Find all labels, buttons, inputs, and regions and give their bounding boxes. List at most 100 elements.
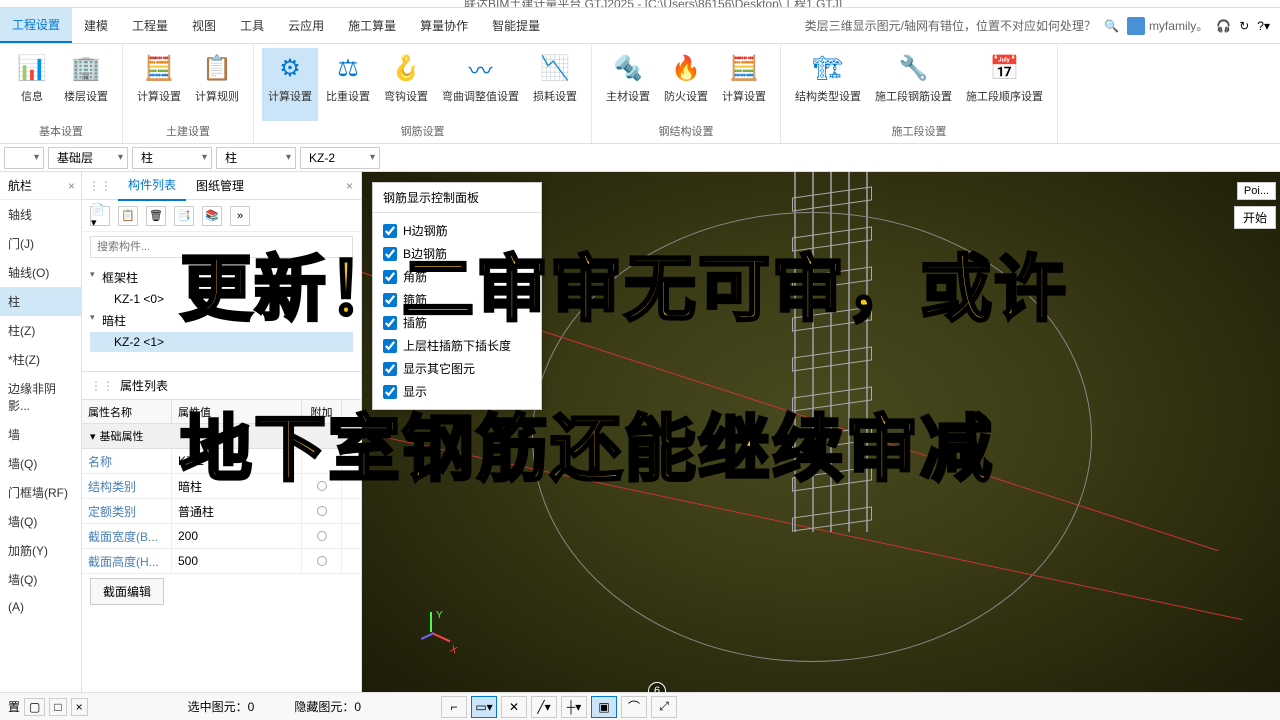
- component-toolbar: 📄▾ 📋 🗑 📑 📚 »: [82, 200, 361, 232]
- property-row[interactable]: 定额类别普通柱: [82, 499, 361, 524]
- nav-item[interactable]: 门框墙(RF): [0, 478, 81, 507]
- nav-item[interactable]: (A): [0, 594, 81, 620]
- property-row[interactable]: 截面宽度(B...200: [82, 524, 361, 549]
- overlay-caption-2: 地下室钢筋还能继续审减: [180, 390, 994, 495]
- section-edit-button[interactable]: 截面编辑: [90, 578, 164, 605]
- dropdown-bar: 基础层 柱 柱 KZ-2: [0, 144, 1280, 172]
- copy-icon[interactable]: 📋: [118, 206, 138, 226]
- new-icon[interactable]: 📄▾: [90, 206, 110, 226]
- ribbon-button[interactable]: ⚖比重设置: [320, 48, 376, 121]
- prop-value[interactable]: 普通柱: [172, 499, 302, 523]
- dropdown-component[interactable]: KZ-2: [300, 147, 380, 169]
- ribbon-button[interactable]: 🔥防火设置: [658, 48, 714, 121]
- dropdown-type[interactable]: 柱: [216, 147, 296, 169]
- nav-item[interactable]: 墙: [0, 420, 81, 449]
- menu-tools[interactable]: 工具: [228, 9, 276, 42]
- ribbon-button[interactable]: ⚙计算设置: [262, 48, 318, 121]
- checkbox[interactable]: [383, 339, 397, 353]
- menu-cloud[interactable]: 云应用: [276, 9, 336, 42]
- nav-item[interactable]: 轴线(O): [0, 258, 81, 287]
- more-icon[interactable]: »: [230, 206, 250, 226]
- ribbon-button[interactable]: 🔩主材设置: [600, 48, 656, 121]
- duplicate-icon[interactable]: 📑: [174, 206, 194, 226]
- ribbon-button[interactable]: 📉损耗设置: [527, 48, 583, 121]
- menu-engineering-settings[interactable]: 工程设置: [0, 8, 72, 43]
- nav-item[interactable]: 轴线: [0, 200, 81, 229]
- app-title: 联达BIM土建计量平台 GTJ2025 - [C:\Users\86156\De…: [464, 0, 842, 8]
- rebar-check-row[interactable]: 显示其它图元: [383, 357, 531, 380]
- tab-drawing-manage[interactable]: 图纸管理: [186, 171, 254, 200]
- menu-construction-qty[interactable]: 施工算量: [336, 9, 408, 42]
- prop-value[interactable]: 500: [172, 549, 302, 573]
- user-badge[interactable]: myfamily。: [1127, 17, 1208, 35]
- ribbon-button[interactable]: 🪝弯钩设置: [378, 48, 434, 121]
- column-3d-model: [772, 172, 892, 552]
- tool-rect-icon[interactable]: ▭▾: [471, 696, 497, 718]
- nav-item[interactable]: 柱(Z): [0, 316, 81, 345]
- tool-x-icon[interactable]: ✕: [501, 696, 527, 718]
- prop-add[interactable]: [302, 549, 342, 573]
- nav-item[interactable]: 墙(Q): [0, 507, 81, 536]
- ribbon-button[interactable]: 〰弯曲调整值设置: [436, 48, 525, 121]
- window-close-icon[interactable]: ×: [71, 698, 88, 716]
- ribbon-button[interactable]: 🏗结构类型设置: [789, 48, 867, 121]
- poi-label[interactable]: Poi...: [1237, 182, 1276, 200]
- ribbon-icon: 🔩: [612, 52, 644, 84]
- tool-line-icon[interactable]: ╱▾: [531, 696, 557, 718]
- dropdown-floor[interactable]: 基础层: [48, 147, 128, 169]
- nav-item[interactable]: 边缘非阴影...: [0, 374, 81, 420]
- prop-name: 名称: [82, 449, 172, 473]
- window-max-icon[interactable]: □: [49, 698, 66, 716]
- start-button[interactable]: 开始: [1234, 206, 1276, 229]
- search-icon[interactable]: 🔍: [1104, 19, 1119, 33]
- nav-title: 航栏: [8, 177, 32, 194]
- close-icon[interactable]: ×: [68, 179, 75, 193]
- menu-modeling[interactable]: 建模: [72, 9, 120, 42]
- nav-item[interactable]: 柱: [0, 287, 81, 316]
- nav-item[interactable]: *柱(Z): [0, 345, 81, 374]
- layers-icon[interactable]: 📚: [202, 206, 222, 226]
- help-icon[interactable]: ?▾: [1257, 19, 1270, 33]
- tree-leaf-kz2[interactable]: KZ-2 <1>: [90, 332, 353, 352]
- tool-plus-icon[interactable]: ┼▾: [561, 696, 587, 718]
- ribbon-label: 楼层设置: [64, 88, 108, 104]
- prop-value[interactable]: 200: [172, 524, 302, 548]
- tool-arc-icon[interactable]: ⌒: [621, 696, 647, 718]
- nav-item[interactable]: 门(J): [0, 229, 81, 258]
- delete-icon[interactable]: 🗑: [146, 206, 166, 226]
- tab-component-list[interactable]: 构件列表: [118, 170, 186, 201]
- drag-handle-icon[interactable]: ⋮⋮: [90, 379, 120, 393]
- window-restore-icon[interactable]: ▢: [24, 698, 45, 716]
- prop-add[interactable]: [302, 499, 342, 523]
- ribbon-button[interactable]: 🏢楼层设置: [58, 48, 114, 121]
- ribbon-button[interactable]: 🧮计算设置: [716, 48, 772, 121]
- check-label: 显示其它图元: [403, 360, 475, 377]
- ribbon-icon: 🧮: [143, 52, 175, 84]
- tool-corner-icon[interactable]: ⌐: [441, 696, 467, 718]
- ribbon-button[interactable]: 📋计算规则: [189, 48, 245, 121]
- dropdown-blank[interactable]: [4, 147, 44, 169]
- ribbon-button[interactable]: 🔧施工段钢筋设置: [869, 48, 958, 121]
- prop-add[interactable]: [302, 524, 342, 548]
- nav-item[interactable]: 墙(Q): [0, 565, 81, 594]
- ribbon-button[interactable]: 🧮计算设置: [131, 48, 187, 121]
- menu-quantity[interactable]: 工程量: [120, 9, 180, 42]
- property-row[interactable]: 截面高度(H...500: [82, 549, 361, 574]
- ribbon-group: 🏗结构类型设置🔧施工段钢筋设置📅施工段顺序设置施工段设置: [781, 44, 1058, 143]
- ribbon-button[interactable]: 📊信息: [8, 48, 56, 121]
- headset-icon[interactable]: 🎧: [1216, 19, 1231, 33]
- drag-handle-icon[interactable]: ⋮⋮: [82, 179, 118, 193]
- rebar-check-row[interactable]: 上层柱插筋下插长度: [383, 334, 531, 357]
- checkbox[interactable]: [383, 362, 397, 376]
- tool-expand-icon[interactable]: ⤢: [651, 696, 677, 718]
- refresh-icon[interactable]: ↻: [1239, 19, 1249, 33]
- menu-smart-qty[interactable]: 智能提量: [480, 9, 552, 42]
- dropdown-category[interactable]: 柱: [132, 147, 212, 169]
- nav-item[interactable]: 加筋(Y): [0, 536, 81, 565]
- menu-qty-collab[interactable]: 算量协作: [408, 9, 480, 42]
- ribbon-button[interactable]: 📅施工段顺序设置: [960, 48, 1049, 121]
- tab-close-icon[interactable]: ×: [338, 179, 361, 193]
- menu-view[interactable]: 视图: [180, 9, 228, 42]
- nav-item[interactable]: 墙(Q): [0, 449, 81, 478]
- tool-screen-icon[interactable]: ▣: [591, 696, 617, 718]
